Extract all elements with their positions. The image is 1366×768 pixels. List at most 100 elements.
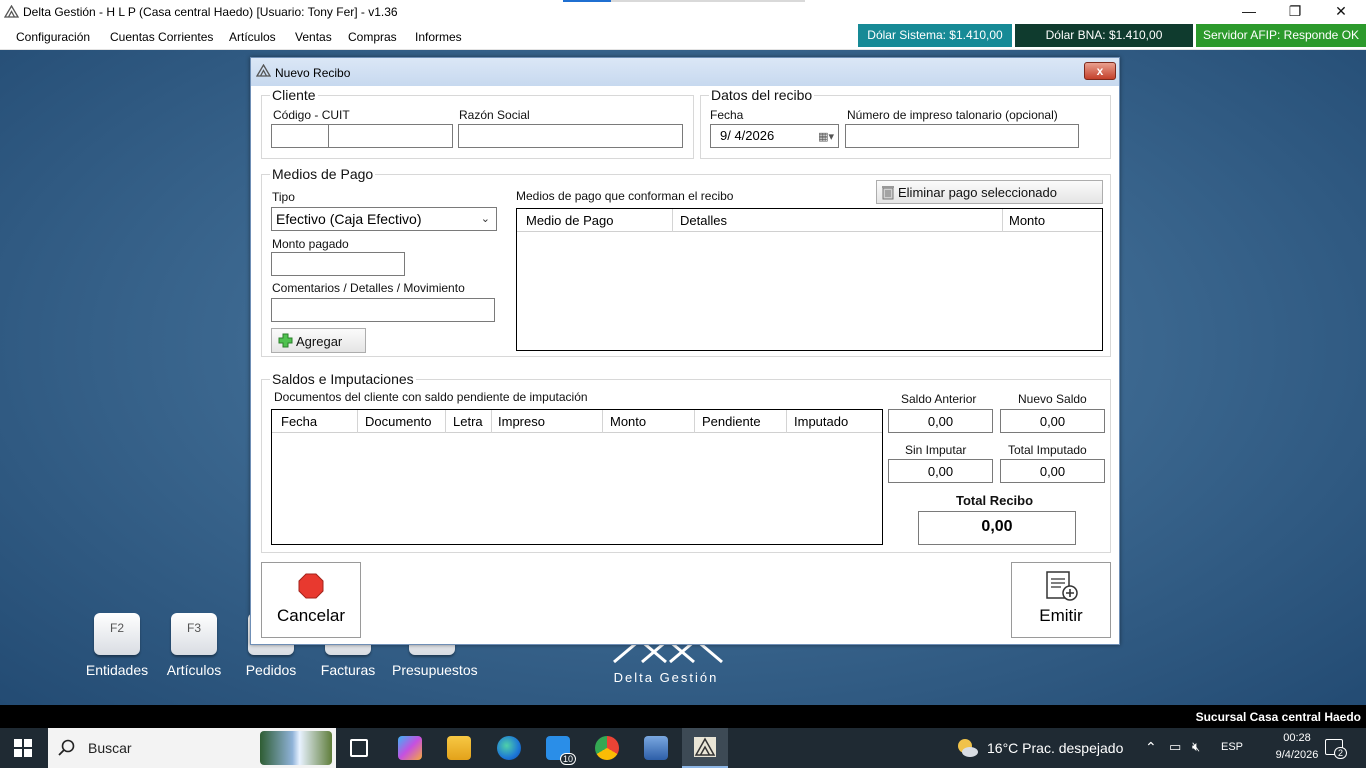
brand-name: Delta Gestión [613,670,719,685]
cuit-input[interactable] [328,124,453,148]
dolar-bna-badge: Dólar BNA: $1.410,00 ($1.833,00) [1015,24,1193,65]
sucursal-status-bar: Sucursal Casa central Haedo [0,705,1366,728]
delta-gestion-taskbar-button[interactable] [682,728,728,768]
battery-icon[interactable]: ▭ [1169,739,1181,755]
title-accent-bar-secondary [611,0,805,2]
razon-social-input[interactable] [458,124,683,148]
docs-pendientes-label: Documentos del cliente con saldo pendien… [274,390,588,404]
dialog-title: Nuevo Recibo [275,66,351,80]
chrome-icon[interactable] [595,736,619,760]
sin-imputar-value: 0,00 [888,459,993,483]
mail-icon[interactable]: 10 [546,736,576,765]
task-view-icon[interactable] [350,739,368,757]
key-f2-icon: F2 [94,613,140,655]
documentos-grid[interactable]: Fecha Documento Letra Impreso Monto Pend… [271,409,883,545]
medios-pago-grid[interactable]: Medio de Pago Detalles Monto [516,208,1103,351]
column-header-documento[interactable]: Documento [365,414,431,429]
weather-moon-icon [958,739,978,757]
shortcut-entidades[interactable]: F2 Entidades [77,613,157,678]
shortcut-label: Entidades [85,662,149,678]
tipo-select[interactable]: Efectivo (Caja Efectivo) ⌄ [271,207,497,231]
datos-recibo-group: Datos del recibo Fecha 9/ 4/2026 ▦▾ Núme… [700,87,1111,159]
column-header-fecha[interactable]: Fecha [281,414,317,429]
servidor-afip-badge: Servidor AFIP: Responde OK [1196,24,1366,47]
clock-date[interactable]: 9/4/2026 [1267,749,1327,761]
file-explorer-icon[interactable] [447,736,471,760]
sin-imputar-label: Sin Imputar [905,443,967,457]
medios-pago-legend: Medios de Pago [270,166,376,182]
chevron-up-icon[interactable]: ⌃ [1145,739,1157,756]
comentarios-input[interactable] [271,298,495,322]
fecha-datepicker[interactable]: 9/ 4/2026 ▦▾ [710,124,839,148]
menu-configuracion[interactable]: Configuración [16,30,90,44]
notifications-icon[interactable]: 2 [1325,739,1347,759]
shortcut-label: Artículos [166,662,222,678]
remote-desktop-icon[interactable] [644,736,668,760]
close-window-button[interactable]: ✕ [1318,0,1364,24]
weather-text[interactable]: 16°C Prac. despejado [987,740,1123,756]
menu-cuentas-corrientes[interactable]: Cuentas Corrientes [110,30,213,44]
taskbar-search-box[interactable]: Buscar [48,728,336,768]
copilot-icon[interactable] [398,736,422,760]
volume-muted-icon[interactable]: 🔇︎ [1192,739,1200,755]
column-divider [445,410,446,433]
column-header-medio[interactable]: Medio de Pago [526,213,613,228]
column-header-impreso[interactable]: Impreso [498,414,545,429]
edge-icon[interactable] [497,736,521,760]
codigo-input[interactable] [271,124,329,148]
windows-taskbar: Buscar 10 16°C Prac. despejado ⌃ ▭ 🔇︎ ES… [0,728,1366,768]
shortcut-articulos[interactable]: F3 Artículos [154,613,234,678]
chevron-down-icon: ⌄ [480,213,490,225]
calendar-dropdown-icon[interactable]: ▦▾ [818,130,834,143]
menu-bar: Configuración Cuentas Corrientes Artícul… [0,24,1366,65]
cliente-group: Cliente Código - CUIT Razón Social [261,87,694,159]
saldos-group: Saldos e Imputaciones Documentos del cli… [261,371,1111,553]
column-header-pendiente[interactable]: Pendiente [702,414,761,429]
column-divider [672,209,673,232]
total-imputado-value: 0,00 [1000,459,1105,483]
language-indicator[interactable]: ESP [1221,741,1243,753]
column-header-detalles[interactable]: Detalles [680,213,727,228]
agregar-button[interactable]: Agregar [271,328,366,353]
column-divider [786,410,787,433]
window-titlebar: Delta Gestión - H L P (Casa central Haed… [0,0,1366,24]
razon-social-label: Razón Social [459,108,530,122]
maximize-button[interactable]: ❐ [1272,0,1318,24]
dialog-close-button[interactable]: x [1084,62,1116,80]
clock-time[interactable]: 00:28 [1267,732,1327,744]
menu-articulos[interactable]: Artículos [229,30,276,44]
shortcut-label: Presupuestos [392,662,478,678]
minimize-button[interactable]: — [1226,0,1272,24]
eliminar-pago-label: Eliminar pago seleccionado [898,185,1057,200]
column-header-monto[interactable]: Monto [610,414,646,429]
impreso-label: Número de impreso talonario (opcional) [847,108,1058,122]
nuevo-saldo-label: Nuevo Saldo [1018,392,1087,406]
datos-recibo-legend: Datos del recibo [709,87,815,103]
windows-start-icon[interactable] [14,739,32,757]
saldo-anterior-value: 0,00 [888,409,993,433]
monto-pagado-label: Monto pagado [272,237,349,251]
total-recibo-value: 0,00 [918,511,1076,545]
column-divider [694,410,695,433]
medios-grid-label: Medios de pago que conforman el recibo [516,189,734,203]
notifications-badge: 2 [1333,747,1347,759]
saldos-legend: Saldos e Imputaciones [270,371,416,387]
agregar-label: Agregar [296,334,343,349]
eliminar-pago-button[interactable]: Eliminar pago seleccionado [876,180,1103,204]
monto-pagado-input[interactable] [271,252,405,276]
menu-compras[interactable]: Compras [348,30,397,44]
emitir-label: Emitir [1039,606,1083,625]
key-f3-icon: F3 [171,613,217,655]
menu-informes[interactable]: Informes [415,30,462,44]
column-header-letra[interactable]: Letra [453,414,483,429]
medios-pago-group: Medios de Pago Tipo Efectivo (Caja Efect… [261,166,1111,357]
search-icon [58,739,75,756]
column-divider [602,410,603,433]
emitir-button[interactable]: Emitir [1011,562,1111,638]
column-header-imputado[interactable]: Imputado [794,414,848,429]
app-logo-icon [256,64,271,77]
column-header-monto[interactable]: Monto [1009,213,1045,228]
cancelar-button[interactable]: Cancelar [261,562,361,638]
menu-ventas[interactable]: Ventas [295,30,332,44]
impreso-input[interactable] [845,124,1079,148]
